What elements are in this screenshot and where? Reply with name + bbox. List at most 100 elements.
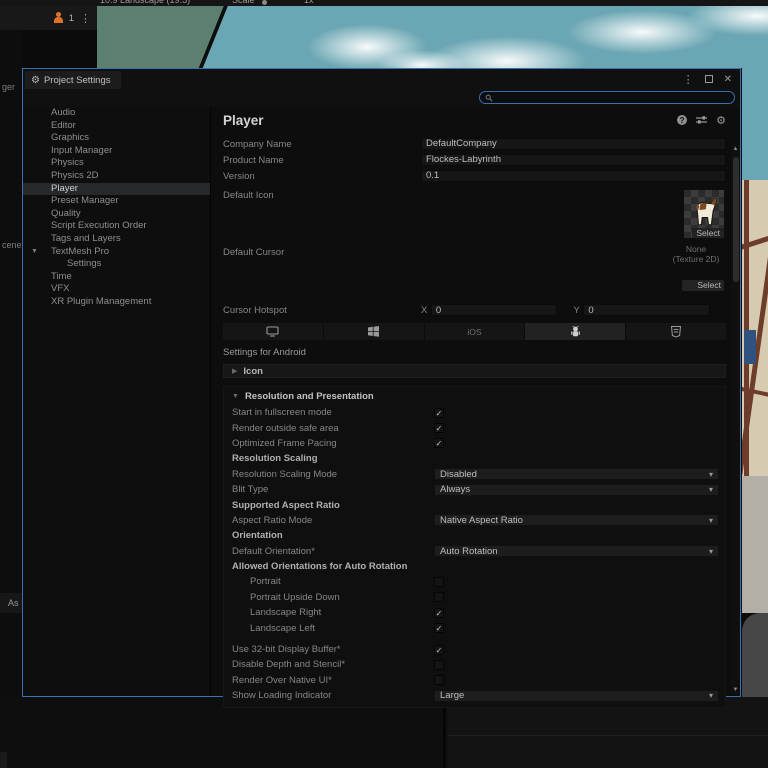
sidebar-item-physics[interactable]: Physics <box>23 157 210 170</box>
aspect-ratio-dropdown[interactable]: 10:9 Landscape (19.5) <box>100 0 190 5</box>
unity-editor-screen: 10:9 Landscape (19.5) Scale 1x 1 ⋮ ger c… <box>0 0 768 768</box>
search-input[interactable] <box>493 92 713 103</box>
presets-icon[interactable] <box>696 115 708 125</box>
checkbox-unchecked[interactable] <box>434 675 444 686</box>
dropdown-default-orientation[interactable]: Auto Rotation ▾ <box>434 545 719 558</box>
checkbox-checked[interactable]: ✓ <box>434 644 444 655</box>
setting-label: Default Orientation* <box>232 545 315 557</box>
blue-window-shape <box>744 330 756 364</box>
dropdown-value: Large <box>440 690 465 702</box>
assets-tab-partial[interactable]: As <box>0 593 22 613</box>
sidebar-item-graphics[interactable]: Graphics <box>23 132 210 145</box>
gear-icon: ⚙ <box>31 74 40 86</box>
scrollbar-thumb[interactable] <box>732 157 739 282</box>
default-cursor-label: Default Cursor <box>223 247 285 258</box>
field-label: Cursor Hotspot <box>223 304 287 316</box>
scroll-up-icon[interactable]: ▲ <box>731 145 740 153</box>
resolution-presentation-foldout[interactable]: ▼ Resolution and Presentation <box>228 389 719 403</box>
building-roof-shape <box>97 6 231 68</box>
left-edge-panels: ger cene As <box>0 30 22 768</box>
scale-slider-handle[interactable] <box>262 0 267 5</box>
setting-label: Resolution Scaling Mode <box>232 468 338 480</box>
scale-label: Scale <box>232 0 255 5</box>
icon-select-button[interactable]: Select <box>692 228 724 238</box>
dropdown-resolution-scaling-mode[interactable]: Disabled ▾ <box>434 468 719 481</box>
platform-tab-ios[interactable]: iOS <box>424 323 526 340</box>
checkbox-checked[interactable]: ✓ <box>434 423 444 434</box>
vertical-scrollbar[interactable]: ▲ ▼ <box>731 145 740 694</box>
platform-tab-android[interactable] <box>525 323 627 340</box>
scroll-down-icon[interactable]: ▼ <box>731 686 740 694</box>
default-icon-thumbnail[interactable]: Select <box>684 190 724 238</box>
setting-label: Orientation <box>232 530 283 542</box>
settings-for-label: Settings for Android <box>223 347 306 358</box>
setting-label: Landscape Right <box>250 607 322 619</box>
sidebar-item-label: XR Plugin Management <box>51 295 152 307</box>
platform-tab-strip: iOS <box>223 323 726 340</box>
sidebar-item-tags-and-layers[interactable]: Tags and Layers <box>23 233 210 246</box>
dropdown-blit-type[interactable]: Always ▾ <box>434 483 719 496</box>
cursor-select-button[interactable]: Select <box>682 280 724 291</box>
version-field[interactable]: 0.1 <box>421 170 726 182</box>
sidebar-item-physics-2d[interactable]: Physics 2D <box>23 170 210 183</box>
hotspot-y-field[interactable]: 0 <box>583 304 710 316</box>
sidebar-item-label: Physics <box>51 157 84 169</box>
default-cursor-value[interactable]: None (Texture 2D) <box>668 244 724 264</box>
setting-row-disable-depth-and-stencil: Disable Depth and Stencil* <box>228 657 719 672</box>
checkbox-unchecked[interactable] <box>434 592 444 603</box>
platform-tab-webgl[interactable] <box>626 323 726 340</box>
setting-row-orientation: Orientation <box>228 528 719 543</box>
android-settings-rows: Start in fullscreen mode ✓ Render outside … <box>228 405 719 703</box>
sidebar-item-settings[interactable]: Settings <box>23 258 210 271</box>
sidebar-item-script-execution-order[interactable]: Script Execution Order <box>23 220 210 233</box>
platform-tab-windows-store[interactable] <box>323 323 425 340</box>
maximize-icon[interactable] <box>704 75 713 83</box>
checkbox-checked[interactable]: ✓ <box>434 407 444 418</box>
page-title: Player <box>223 112 264 128</box>
checkbox-unchecked[interactable] <box>434 576 444 587</box>
section-title: Resolution and Presentation <box>244 390 374 402</box>
checkbox-checked[interactable]: ✓ <box>434 607 444 618</box>
sidebar-item-vfx[interactable]: VFX <box>23 283 210 296</box>
window-menu-icon[interactable]: ⋮ <box>683 73 694 86</box>
setting-label: Render outside safe area <box>232 422 339 434</box>
version-row: Version 0.1 <box>223 168 726 184</box>
checkbox-unchecked[interactable] <box>434 659 444 670</box>
sidebar-item-editor[interactable]: Editor <box>23 120 210 133</box>
setting-label: Optimized Frame Pacing <box>232 437 337 449</box>
account-user-icon[interactable] <box>53 12 63 24</box>
setting-label: Resolution Scaling <box>232 453 318 465</box>
setting-row-optimized-frame-pacing: Optimized Frame Pacing ✓ <box>228 436 719 451</box>
sidebar-item-input-manager[interactable]: Input Manager <box>23 145 210 158</box>
settings-gear-icon[interactable]: ⚙ <box>716 114 726 127</box>
field-label: Version <box>223 170 255 182</box>
sidebar-item-xr-plugin-management[interactable]: XR Plugin Management <box>23 296 210 309</box>
icon-foldout[interactable]: ▶ Icon <box>223 364 726 378</box>
sidebar-item-quality[interactable]: Quality <box>23 208 210 221</box>
sidebar-item-preset-manager[interactable]: Preset Manager <box>23 195 210 208</box>
company-name-field[interactable]: DefaultCompany <box>421 138 726 150</box>
setting-row-allowed-orientations-for-auto-rotation: Allowed Orientations for Auto Rotation <box>228 559 719 574</box>
help-icon[interactable]: ? <box>677 115 688 125</box>
close-icon[interactable]: ✕ <box>724 74 732 85</box>
dropdown-show-loading-indicator[interactable]: Large ▾ <box>434 689 719 702</box>
sidebar-item-time[interactable]: Time <box>23 271 210 284</box>
product-name-field[interactable]: Flockes-Labyrinth <box>421 154 726 166</box>
project-settings-tab[interactable]: ⚙ Project Settings <box>25 71 121 89</box>
dropdown-aspect-ratio-mode[interactable]: Native Aspect Ratio ▾ <box>434 514 719 527</box>
foldout-open-icon[interactable]: ▼ <box>31 246 38 259</box>
dog-icon-image <box>695 198 718 226</box>
checkbox-checked[interactable]: ✓ <box>434 623 444 634</box>
checkbox-checked[interactable]: ✓ <box>434 438 444 449</box>
sidebar-item-label: Preset Manager <box>51 195 119 207</box>
setting-row-portrait-upside-down: Portrait Upside Down <box>228 590 719 605</box>
sidebar-item-audio[interactable]: Audio <box>23 107 210 120</box>
overflow-menu-icon[interactable]: ⋮ <box>80 12 91 25</box>
platform-tab-standalone[interactable] <box>223 323 324 340</box>
sidebar-item-player[interactable]: Player <box>23 182 210 196</box>
field-label: Company Name <box>223 138 292 150</box>
x-axis-label: X <box>421 304 428 316</box>
search-box[interactable] <box>479 91 735 104</box>
sidebar-item-textmesh-pro[interactable]: ▼ TextMesh Pro <box>23 246 210 259</box>
hotspot-x-field[interactable]: 0 <box>430 304 558 316</box>
